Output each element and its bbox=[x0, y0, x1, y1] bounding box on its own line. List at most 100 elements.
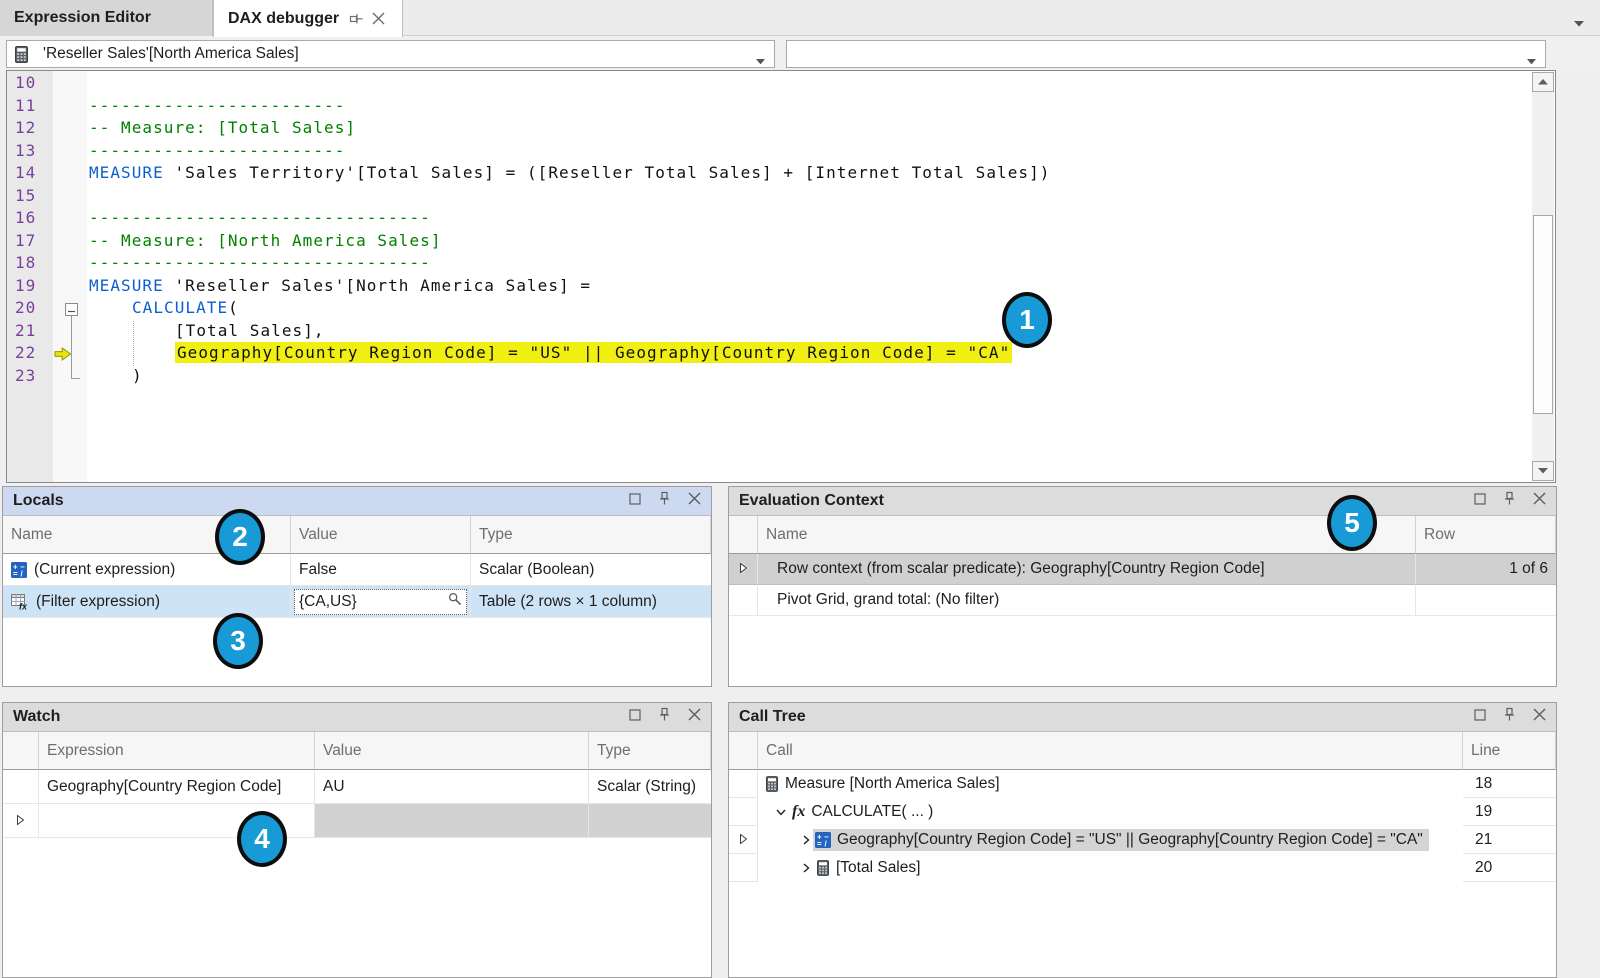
dax-debugger-window: Expression Editor DAX debugger 'Reseller… bbox=[0, 0, 1600, 978]
column-header-value[interactable]: Value bbox=[291, 516, 471, 554]
maximize-icon[interactable] bbox=[1474, 492, 1486, 510]
column-header-name[interactable]: Name bbox=[758, 516, 1416, 554]
line-number[interactable]: 21 bbox=[7, 320, 53, 343]
chevron-right-icon[interactable] bbox=[799, 863, 813, 873]
code-line-current: 22 Geography[Country Region Code] = "US" … bbox=[7, 342, 1555, 365]
call-tree-panel: Call Tree Call Line Measure [North Ameri… bbox=[728, 702, 1557, 978]
locals-grid: Name Value Type +−=/ (Current expression… bbox=[3, 516, 711, 618]
filter-value-box[interactable]: {CA,US} bbox=[294, 589, 467, 615]
close-icon[interactable] bbox=[1533, 708, 1546, 726]
pin-icon[interactable] bbox=[658, 707, 671, 727]
close-icon[interactable] bbox=[372, 12, 385, 25]
line-number[interactable]: 17 bbox=[7, 230, 53, 253]
column-header-type[interactable]: Type bbox=[471, 516, 711, 554]
pin-icon[interactable] bbox=[349, 11, 364, 26]
highlighted-expression: Geography[Country Region Code] = "US" ||… bbox=[175, 342, 1012, 363]
watch-title-bar: Watch bbox=[3, 703, 711, 732]
close-icon[interactable] bbox=[1533, 492, 1546, 510]
column-header-expression[interactable]: Expression bbox=[39, 732, 315, 770]
secondary-selector[interactable] bbox=[786, 40, 1546, 68]
column-header-value[interactable]: Value bbox=[315, 732, 589, 770]
call-tree-grid: Call Line Measure [North America Sales] … bbox=[729, 732, 1556, 882]
line-number[interactable]: 14 bbox=[7, 162, 53, 185]
expression-icon: +−=/ bbox=[815, 832, 831, 848]
code-line: 11------------------------ bbox=[7, 95, 1555, 118]
tab-expression-editor[interactable]: Expression Editor bbox=[0, 0, 213, 36]
code-line: 19MEASURE 'Reseller Sales'[North America… bbox=[7, 275, 1555, 298]
column-header-type[interactable]: Type bbox=[589, 732, 711, 770]
line-number[interactable]: 16 bbox=[7, 207, 53, 230]
code-editor[interactable]: 10 11------------------------ 12-- Measu… bbox=[6, 70, 1556, 483]
column-header-row[interactable]: Row bbox=[1416, 516, 1556, 554]
execution-pointer-icon bbox=[54, 347, 72, 366]
call-tree-title-bar: Call Tree bbox=[729, 703, 1556, 732]
locals-panel: Locals Name Value Type +−=/ (Current exp… bbox=[2, 486, 712, 687]
measure-selector-value: 'Reseller Sales'[North America Sales] bbox=[43, 45, 299, 63]
tab-dax-debugger[interactable]: DAX debugger bbox=[213, 0, 403, 37]
row-selector-header bbox=[3, 732, 39, 770]
line-number[interactable]: 20 bbox=[7, 297, 53, 320]
svg-text:fx: fx bbox=[19, 601, 28, 610]
measure-selector[interactable]: 'Reseller Sales'[North America Sales] bbox=[6, 40, 775, 68]
maximize-icon[interactable] bbox=[1474, 708, 1486, 726]
line-number[interactable]: 18 bbox=[7, 252, 53, 275]
chevron-down-icon[interactable] bbox=[774, 809, 788, 816]
row-marker-icon bbox=[740, 831, 747, 849]
code-line: 16-------------------------------- bbox=[7, 207, 1555, 230]
close-icon[interactable] bbox=[688, 492, 701, 510]
code-line: 21[Total Sales], bbox=[7, 320, 1555, 343]
evaluation-context-title-bar: Evaluation Context bbox=[729, 487, 1556, 516]
fold-guide-end bbox=[71, 378, 80, 379]
panel-title: Watch bbox=[13, 708, 60, 726]
column-header-call[interactable]: Call bbox=[758, 732, 1463, 770]
calculator-icon bbox=[817, 860, 829, 876]
maximize-icon[interactable] bbox=[629, 492, 641, 510]
row-marker-icon bbox=[17, 812, 24, 830]
scroll-down-icon[interactable] bbox=[1532, 461, 1554, 481]
svg-text:=: = bbox=[817, 840, 822, 849]
maximize-icon[interactable] bbox=[629, 708, 641, 726]
line-number[interactable]: 15 bbox=[7, 185, 53, 208]
chevron-down-icon[interactable] bbox=[1527, 52, 1536, 70]
fx-icon: fx bbox=[792, 803, 805, 821]
callout-5: 5 bbox=[1327, 495, 1377, 551]
chevron-right-icon[interactable] bbox=[799, 835, 813, 845]
tab-bar: Expression Editor DAX debugger bbox=[0, 0, 1600, 36]
line-number[interactable]: 13 bbox=[7, 140, 53, 163]
code-line: 23) bbox=[7, 365, 1555, 388]
magnifier-icon[interactable] bbox=[448, 592, 462, 611]
pin-icon[interactable] bbox=[1503, 491, 1516, 511]
line-number[interactable]: 22 bbox=[7, 342, 53, 365]
code-line: 12-- Measure: [Total Sales] bbox=[7, 117, 1555, 140]
fold-collapse-icon[interactable] bbox=[65, 303, 78, 316]
evaluation-context-panel: Evaluation Context Name Row Row context … bbox=[728, 486, 1557, 687]
code-line: 17-- Measure: [North America Sales] bbox=[7, 230, 1555, 253]
line-number[interactable]: 19 bbox=[7, 275, 53, 298]
line-number[interactable]: 11 bbox=[7, 95, 53, 118]
tab-label: Expression Editor bbox=[14, 9, 151, 27]
calculator-icon bbox=[766, 776, 778, 792]
column-header-line[interactable]: Line bbox=[1463, 732, 1556, 770]
close-icon[interactable] bbox=[688, 708, 701, 726]
pin-icon[interactable] bbox=[1503, 707, 1516, 727]
scrollbar-thumb[interactable] bbox=[1533, 215, 1553, 414]
editor-vertical-scrollbar[interactable] bbox=[1532, 72, 1554, 481]
code-line: 14MEASURE 'Sales Territory'[Total Sales]… bbox=[7, 162, 1555, 185]
chevron-down-icon[interactable] bbox=[1574, 14, 1584, 32]
pin-icon[interactable] bbox=[658, 491, 671, 511]
line-number[interactable]: 23 bbox=[7, 365, 53, 388]
callout-4: 4 bbox=[237, 811, 287, 867]
line-number[interactable]: 12 bbox=[7, 117, 53, 140]
callout-1: 1 bbox=[1002, 292, 1052, 348]
callout-3: 3 bbox=[213, 613, 263, 669]
chevron-down-icon[interactable] bbox=[756, 52, 765, 70]
code-line: 10 bbox=[7, 72, 1555, 95]
calculator-icon bbox=[15, 46, 28, 63]
scroll-up-icon[interactable] bbox=[1532, 72, 1554, 92]
line-number[interactable]: 10 bbox=[7, 72, 53, 95]
table-fx-icon: fx bbox=[11, 594, 29, 610]
code-line: 20CALCULATE( bbox=[7, 297, 1555, 320]
code-line: 15 bbox=[7, 185, 1555, 208]
indent-guide bbox=[133, 321, 134, 366]
row-marker-icon bbox=[740, 560, 747, 578]
